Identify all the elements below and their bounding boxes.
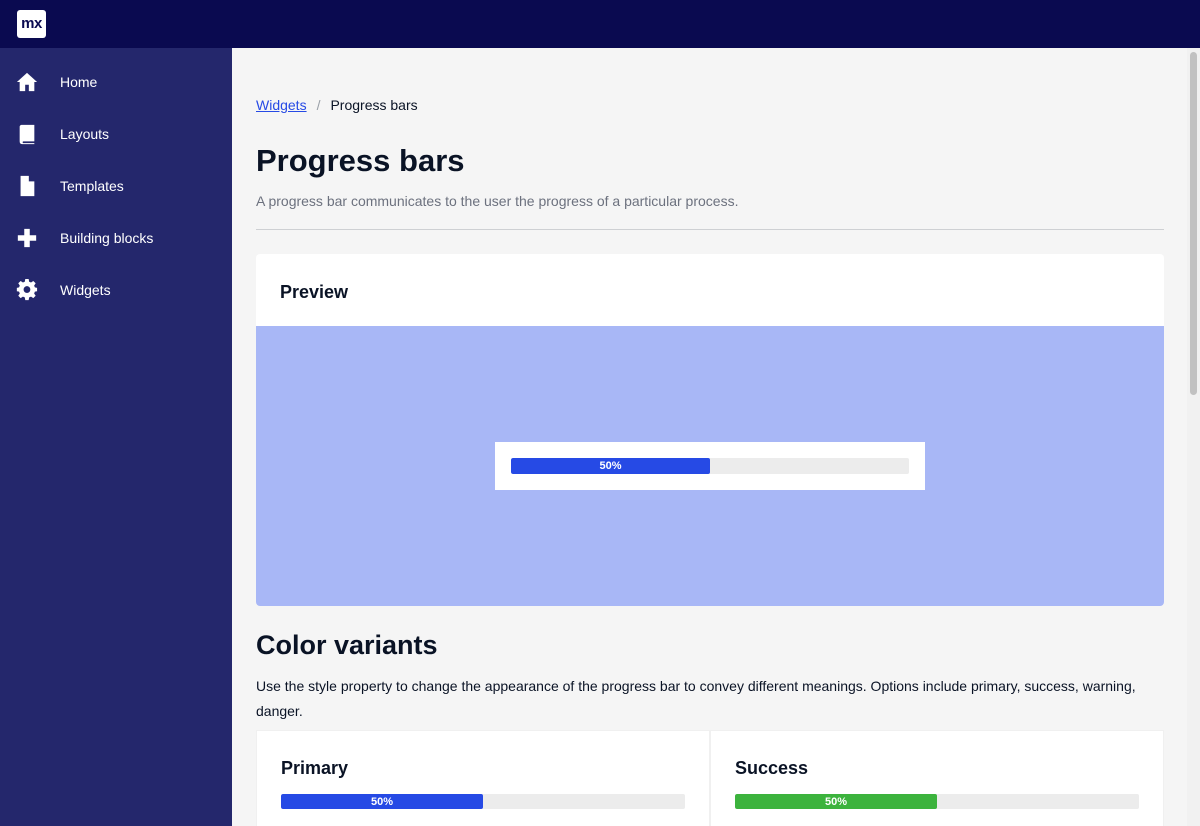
breadcrumb-link-widgets[interactable]: Widgets [256,97,307,113]
progress-fill: 50% [511,458,710,474]
sidebar-item-widgets[interactable]: Widgets [0,264,232,316]
variant-title: Success [735,758,809,778]
sidebar-item-label: Building blocks [60,230,154,246]
preview-box: 50% [495,442,925,490]
progress-fill: 50% [281,794,483,809]
top-bar: mx [0,0,1200,48]
preview-card: Preview 50% [256,254,1164,606]
page-title: Progress bars [256,143,465,178]
sidebar-item-label: Home [60,74,98,90]
variant-card-success: Success 50% [711,731,1163,826]
progress-bar-success: 50% [735,794,1139,809]
breadcrumb: Widgets / Progress bars [256,97,418,113]
divider [256,229,1164,230]
page-description: A progress bar communicates to the user … [256,193,739,209]
sidebar-item-label: Widgets [60,282,111,298]
sidebar-item-label: Templates [60,178,124,194]
sidebar-item-templates[interactable]: Templates [0,160,232,212]
variant-title: Primary [281,758,349,778]
home-icon [16,71,38,93]
variant-card-primary: Primary 50% [257,731,709,826]
sidebar-item-home[interactable]: Home [0,56,232,108]
progress-bar-primary: 50% [281,794,685,809]
breadcrumb-current: Progress bars [330,97,418,113]
file-icon [16,175,38,197]
gear-icon [16,279,38,301]
sidebar-item-building-blocks[interactable]: Building blocks [0,212,232,264]
progress-fill: 50% [735,794,937,809]
mx-logo[interactable]: mx [17,10,46,38]
scrollbar-thumb[interactable] [1190,52,1197,395]
main-content: Widgets / Progress bars Progress bars A … [232,48,1187,826]
progress-bar: 50% [511,458,909,474]
scrollbar[interactable] [1187,48,1200,826]
sidebar: Home Layouts Templates Building blocks W… [0,48,232,826]
preview-title: Preview [280,282,349,302]
variant-row: Primary 50% Success 50% [256,730,1164,826]
plus-icon [16,227,38,249]
section-description: Use the style property to change the app… [256,678,1136,719]
breadcrumb-separator: / [316,97,321,113]
preview-area: 50% [256,326,1164,606]
book-icon [16,123,38,145]
sidebar-item-layouts[interactable]: Layouts [0,108,232,160]
section-title-color-variants: Color variants [256,630,438,660]
sidebar-item-label: Layouts [60,126,110,142]
